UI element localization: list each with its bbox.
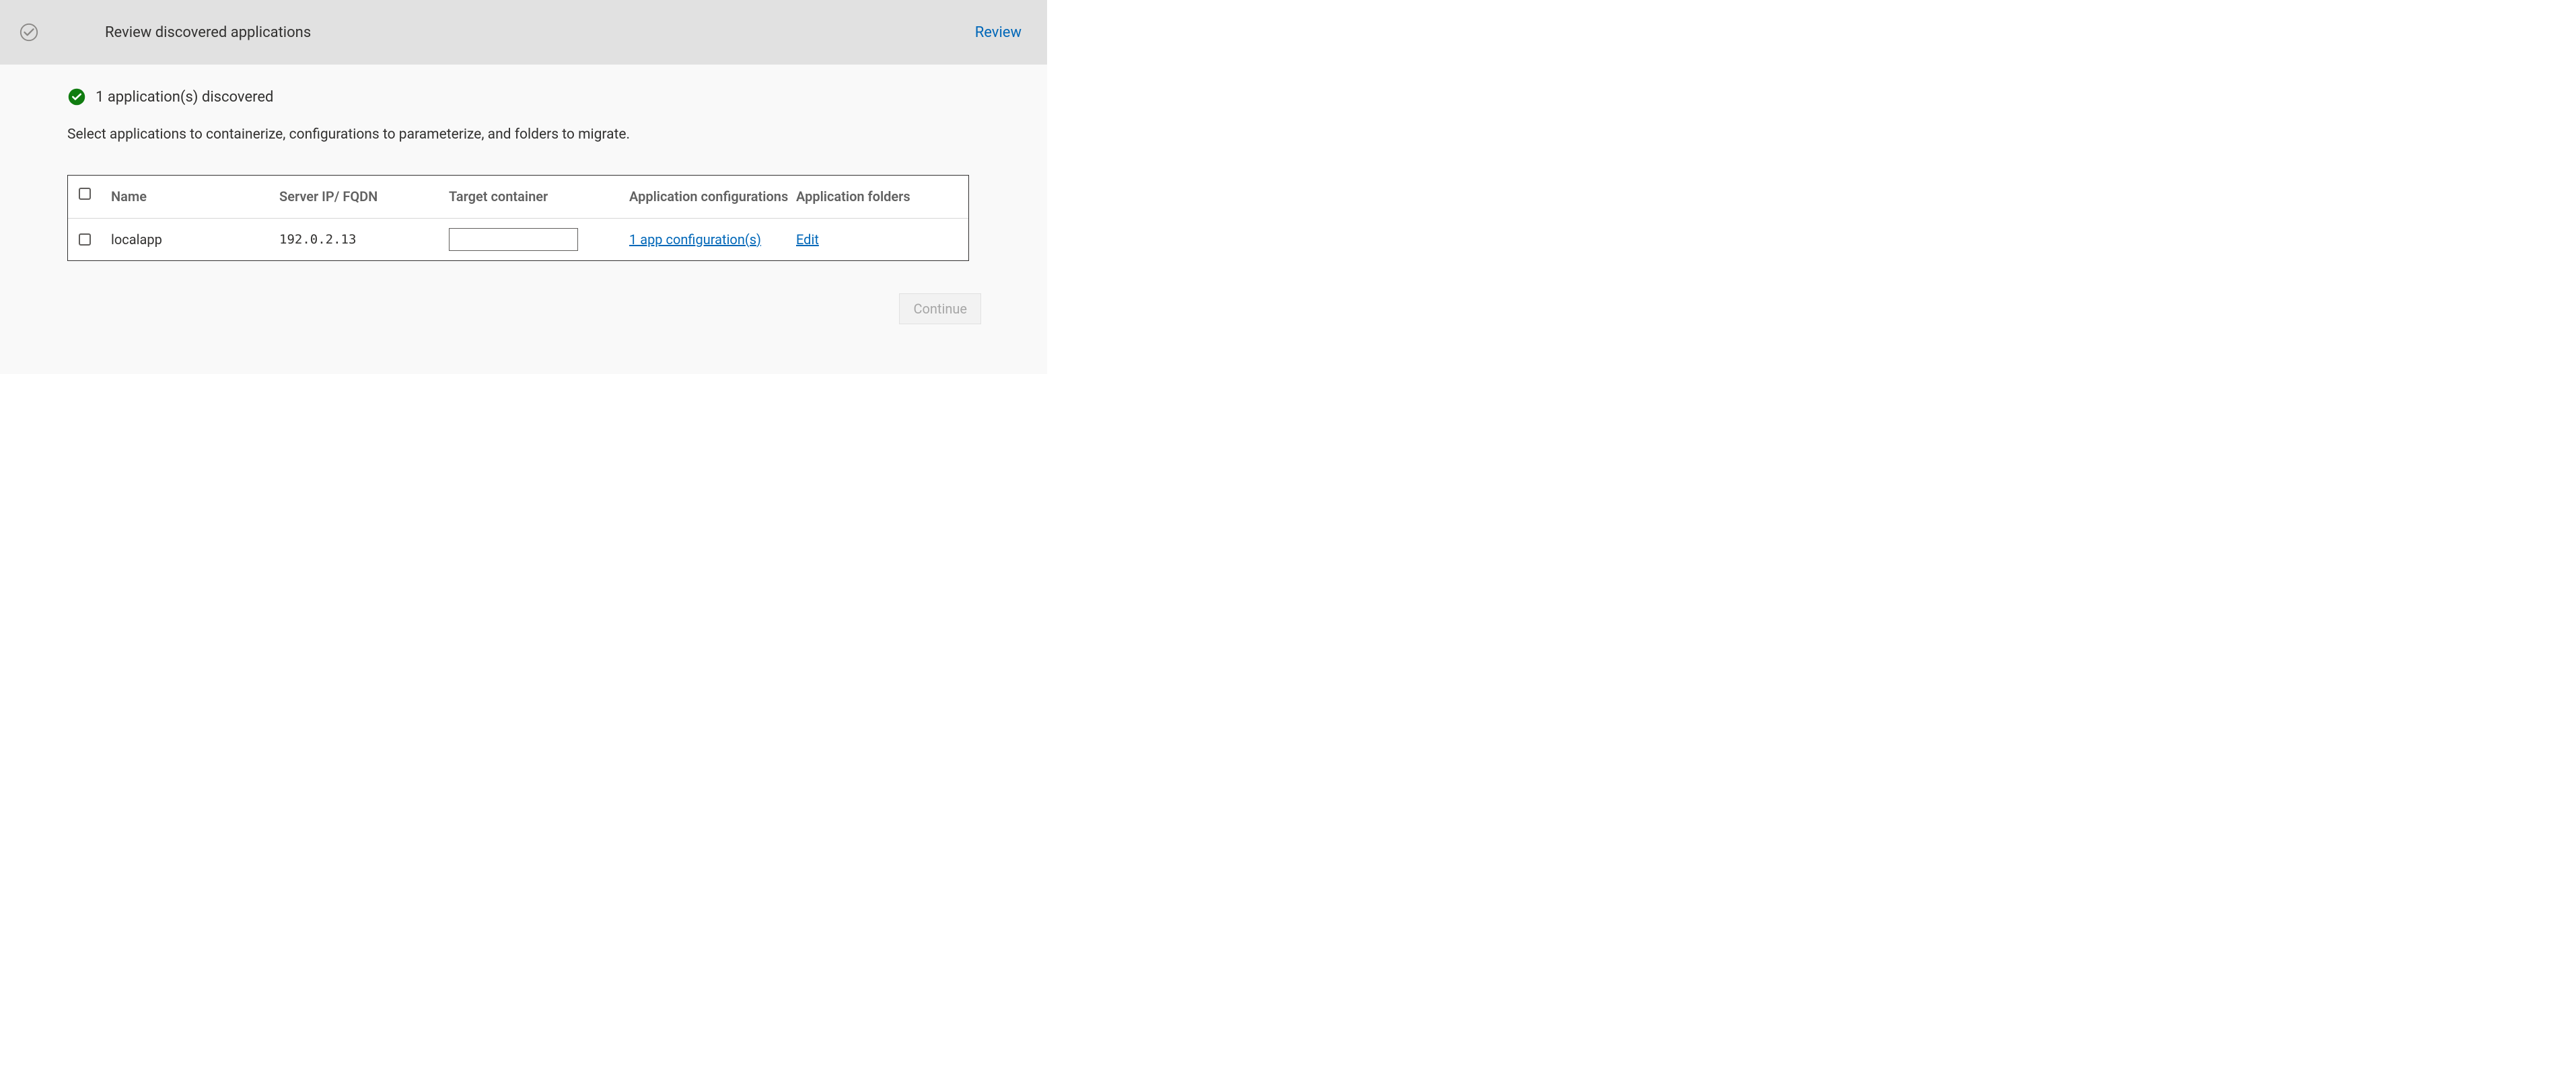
status-text: 1 application(s) discovered: [96, 89, 273, 106]
continue-button[interactable]: Continue: [899, 293, 981, 324]
cell-server-ip: 192.0.2.13: [279, 232, 449, 247]
cell-config: 1 app configuration(s): [629, 231, 796, 249]
edit-folders-link[interactable]: Edit: [796, 231, 819, 248]
column-header-config: Application configurations: [629, 188, 796, 206]
row-checkbox[interactable]: [79, 233, 91, 246]
page-wrapper: Review discovered applications Review 1 …: [0, 0, 1047, 374]
column-header-target: Target container: [449, 188, 629, 206]
cell-folders: Edit: [796, 231, 958, 249]
step-complete-icon: [19, 22, 39, 42]
select-all-checkbox[interactable]: [79, 188, 91, 200]
instruction-text: Select applications to containerize, con…: [67, 126, 1007, 143]
success-check-icon: [67, 87, 86, 106]
content-area: 1 application(s) discovered Select appli…: [0, 65, 1047, 374]
column-header-server: Server IP/ FQDN: [279, 188, 449, 206]
cell-target-container: [449, 228, 629, 251]
footer: Continue: [67, 261, 1007, 347]
status-row: 1 application(s) discovered: [67, 87, 1007, 106]
step-title: Review discovered applications: [105, 24, 311, 41]
applications-table: Name Server IP/ FQDN Target container Ap…: [67, 175, 969, 261]
column-header-name: Name: [111, 188, 279, 206]
cell-name: localapp: [111, 231, 279, 248]
app-configurations-link[interactable]: 1 app configuration(s): [629, 231, 761, 248]
table-header-row: Name Server IP/ FQDN Target container Ap…: [68, 176, 968, 219]
target-container-input[interactable]: [449, 228, 578, 251]
step-header: Review discovered applications Review: [0, 0, 1047, 65]
table-row: localapp 192.0.2.13 1 app configuration(…: [68, 219, 968, 260]
review-link[interactable]: Review: [975, 24, 1022, 41]
column-header-folders: Application folders: [796, 188, 958, 206]
